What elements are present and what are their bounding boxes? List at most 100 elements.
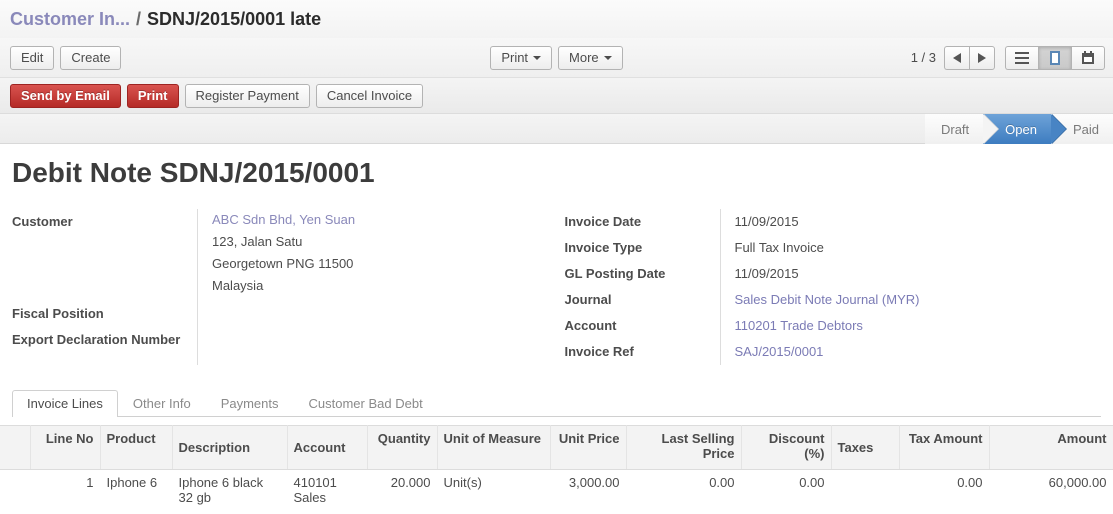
col-product[interactable]: Product [100,424,173,470]
form-left-values: ABC Sdn Bhd, Yen Suan 123, Jalan Satu Ge… [197,208,557,365]
customer-address-line-3: Malaysia [212,277,264,293]
pager-nav-group [944,45,995,70]
col-tax-amount[interactable]: Tax Amount [899,424,990,470]
form-view-button[interactable] [1038,45,1071,70]
register-payment-button[interactable]: Register Payment [184,83,310,108]
fiscal-position-label: Fiscal Position [12,305,104,321]
next-record-button[interactable] [969,45,995,70]
account-value[interactable]: 110201 Trade Debtors [735,313,1102,339]
status-draft[interactable]: Draft [924,114,1000,144]
form-left-column: Customer Fiscal Position Export Declarat… [12,208,557,365]
table-header-row: Line No Product Description Account Quan… [0,424,1113,470]
list-view-button[interactable] [1005,45,1038,70]
print-dropdown-label: Print [501,50,529,65]
customer-address-line-2: Georgetown PNG 11500 [212,255,354,271]
customer-label: Customer [12,213,73,229]
more-dropdown-label: More [569,50,599,65]
col-quantity[interactable]: Quantity [367,424,438,470]
cancel-invoice-button[interactable]: Cancel Invoice [315,83,424,108]
col-unit-of-measure[interactable]: Unit of Measure [437,424,551,470]
print-dropdown-button[interactable]: Print [490,45,553,70]
create-button[interactable]: Create [60,45,122,70]
tab-customer-bad-debt[interactable]: Customer Bad Debt [294,390,438,417]
cell-quantity: 20.000 [390,474,431,490]
row-handle[interactable] [0,469,30,510]
more-dropdown-button[interactable]: More [558,45,623,70]
cell-amount: 60,000.00 [1048,474,1107,490]
tab-invoice-lines[interactable]: Invoice Lines [12,389,118,417]
view-switcher-group [1005,45,1105,70]
col-discount[interactable]: Discount (%) [741,424,832,470]
fiscal-position-value[interactable] [212,297,557,323]
tabs-container: Invoice Lines Other Info Payments Custom… [0,387,1113,417]
tab-payments[interactable]: Payments [206,390,294,417]
chevron-down-icon [603,55,612,60]
form-view-icon [1047,50,1063,65]
record-sheet: Debit Note SDNJ/2015/0001 Customer Fisca… [0,144,1113,365]
form-left-labels: Customer Fiscal Position Export Declarat… [12,209,197,365]
col-line-no[interactable]: Line No [30,424,101,470]
chevron-down-icon [533,55,542,60]
invoice-type-value[interactable]: Full Tax Invoice [735,235,1102,261]
journal-label: Journal [564,291,612,307]
send-by-email-button[interactable]: Send by Email [10,83,121,108]
invoice-ref-value[interactable]: SAJ/2015/0001 [735,339,1102,365]
calendar-view-button[interactable] [1071,45,1105,70]
col-taxes[interactable]: Taxes [831,424,900,470]
page-title: Debit Note SDNJ/2015/0001 [12,157,1101,189]
cell-unit-of-measure: Unit(s) [443,474,482,490]
cell-tax-amount: 0.00 [957,474,983,490]
breadcrumb-separator: / [136,8,142,29]
cell-account: 410101 Sales [293,474,337,505]
row-handle-header [0,424,31,470]
customer-value[interactable]: ABC Sdn Bhd, Yen Suan 123, Jalan Satu Ge… [212,209,557,297]
toolbar-right-group: 1 / 3 [911,45,1105,70]
notebook-tabs: Invoice Lines Other Info Payments Custom… [12,387,1101,417]
invoice-ref-label: Invoice Ref [564,343,634,359]
cell-product: Iphone 6 [106,474,158,490]
invoice-date-value[interactable]: 11/09/2015 [735,209,1102,235]
col-amount[interactable]: Amount [989,424,1113,470]
print-button[interactable]: Print [126,83,179,108]
calendar-view-icon [1080,50,1096,65]
cell-description: Iphone 6 black 32 gb [178,474,264,505]
invoice-date-label: Invoice Date [564,213,642,229]
breadcrumb: Customer In... / SDNJ/2015/0001 late [0,0,1113,38]
form-right-column: Invoice Date Invoice Type GL Posting Dat… [557,208,1102,365]
gl-posting-date-label: GL Posting Date [564,265,666,281]
cell-taxes [831,469,899,510]
status-flow: Draft Open Paid [924,114,1113,144]
form-right-labels: Invoice Date Invoice Type GL Posting Dat… [565,209,720,365]
col-last-selling-price[interactable]: Last Selling Price [626,424,742,470]
list-view-icon [1014,51,1030,65]
cell-unit-price: 3,000.00 [568,474,620,490]
edit-button[interactable]: Edit [10,45,55,70]
form-columns: Customer Fiscal Position Export Declarat… [12,208,1102,365]
previous-record-button[interactable] [944,45,969,70]
col-description[interactable]: Description [172,424,288,470]
statusbar-row: Draft Open Paid [0,114,1113,144]
cell-line-no: 1 [86,474,94,490]
invoice-type-label: Invoice Type [564,239,643,255]
gl-posting-date-value[interactable]: 11/09/2015 [735,261,1102,287]
table-body: 1 Iphone 6 Iphone 6 black 32 gb 410101 S… [0,469,1113,510]
export-declaration-label: Export Declaration Number [12,331,181,347]
invoice-lines-table: Line No Product Description Account Quan… [0,424,1113,510]
account-label: Account [564,317,617,333]
col-account[interactable]: Account [287,424,368,470]
table-row[interactable]: 1 Iphone 6 Iphone 6 black 32 gb 410101 S… [0,469,1113,510]
export-declaration-value[interactable] [212,323,557,349]
arrow-right-icon [978,52,986,63]
form-right-values: 11/09/2015 Full Tax Invoice 11/09/2015 S… [719,208,1102,365]
table-header: Line No Product Description Account Quan… [0,424,1113,470]
cell-discount: 0.00 [799,474,825,490]
customer-name[interactable]: ABC Sdn Bhd, Yen Suan [212,209,557,231]
main-toolbar: Edit Create Print More 1 / 3 [0,38,1113,78]
action-button-bar: Send by Email Print Register Payment Can… [0,78,1113,114]
breadcrumb-parent-link[interactable]: Customer In... [10,9,130,30]
cell-last-selling-price: 0.00 [709,474,735,490]
col-unit-price[interactable]: Unit Price [550,424,627,470]
journal-value[interactable]: Sales Debit Note Journal (MYR) [735,287,1102,313]
record-title-prefix: Debit Note [12,157,152,188]
tab-other-info[interactable]: Other Info [118,390,206,417]
